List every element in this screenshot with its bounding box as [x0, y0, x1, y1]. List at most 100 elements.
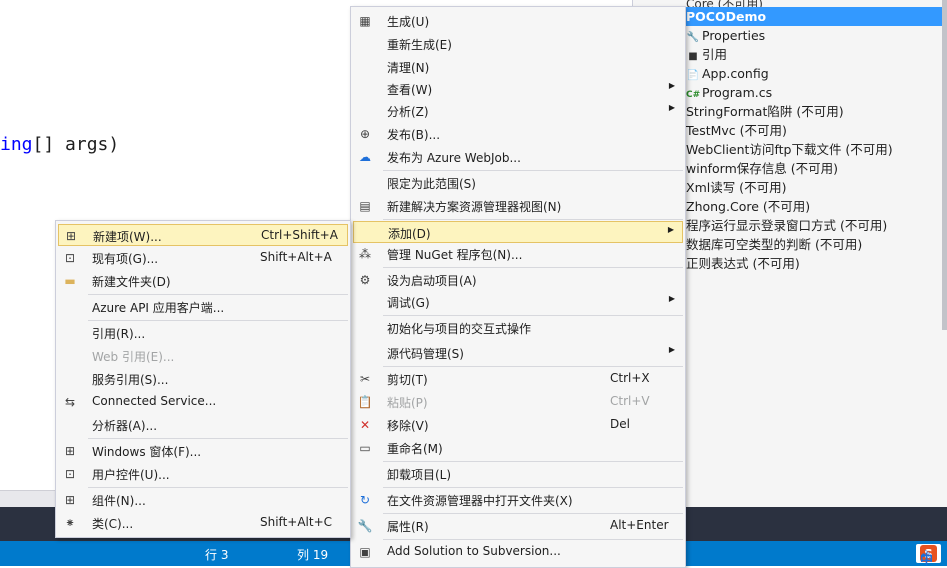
menu-item-web-reference[interactable]: Web 引用(E)...	[58, 345, 348, 367]
tree-item-project[interactable]: POCODemo	[686, 7, 946, 26]
menu-separator	[383, 366, 683, 367]
menu-item-manage-nuget[interactable]: ⁂ 管理 NuGet 程序包(N)...	[353, 243, 683, 265]
menu-item-properties[interactable]: 🔧 属性(R) Alt+Enter	[353, 515, 683, 537]
menu-item-debug[interactable]: 调试(G) ▶	[353, 291, 683, 313]
menu-item-existing-item[interactable]: ⊡ 现有项(G)... Shift+Alt+A	[58, 247, 348, 269]
tree-item-label: POCODemo	[686, 9, 767, 24]
tree-item-project[interactable]: 正则表达式 (不可用)	[686, 254, 800, 273]
tree-item-references[interactable]: ■ 引用	[686, 45, 727, 64]
menu-item-label: 查看(W)	[387, 83, 433, 97]
menu-item-connected-service[interactable]: ⇆ Connected Service...	[58, 391, 348, 413]
menu-item-label: 粘贴(P)	[387, 396, 428, 410]
tree-item-project[interactable]: TestMvc (不可用)	[686, 121, 787, 140]
menu-item-label: 属性(R)	[387, 520, 429, 534]
menu-item-windows-form[interactable]: ⊞ Windows 窗体(F)...	[58, 440, 348, 462]
tree-item-project[interactable]: StringFormat陷阱 (不可用)	[686, 102, 844, 121]
solution-view-icon: ▤	[359, 199, 371, 213]
menu-item-label: 清理(N)	[387, 61, 430, 75]
code-line: ing[] args)	[0, 134, 119, 155]
menu-item-open-in-explorer[interactable]: ↻ 在文件资源管理器中打开文件夹(X)	[353, 489, 683, 511]
menu-item-scope-to-this[interactable]: 限定为此范围(S)	[353, 172, 683, 194]
menu-item-interactive-init[interactable]: 初始化与项目的交互式操作	[353, 317, 683, 339]
menu-item-class[interactable]: ⁕ 类(C)... Shift+Alt+C	[58, 512, 348, 534]
menu-item-analyze[interactable]: 分析(Z) ▶	[353, 100, 683, 122]
menu-item-publish-webjob[interactable]: ☁ 发布为 Azure WebJob...	[353, 146, 683, 168]
tree-item-properties[interactable]: 🔧 Properties	[686, 26, 765, 45]
scissors-icon: ✂	[359, 372, 371, 386]
menu-item-shortcut: Ctrl+X	[610, 371, 650, 385]
menu-item-user-control[interactable]: ⊡ 用户控件(U)...	[58, 463, 348, 485]
menu-item-label: 源代码管理(S)	[387, 347, 464, 361]
menu-item-label: 现有项(G)...	[92, 252, 159, 266]
menu-item-cut[interactable]: ✂ 剪切(T) Ctrl+X	[353, 368, 683, 390]
menu-item-reference[interactable]: 引用(R)...	[58, 322, 348, 344]
menu-separator	[383, 461, 683, 462]
refresh-arrow-icon: ↻	[359, 493, 371, 507]
menu-item-label: Windows 窗体(F)...	[92, 445, 202, 459]
remove-x-icon: ✕	[359, 418, 371, 432]
status-column: 列 19	[297, 548, 329, 562]
tree-item-project[interactable]: Zhong.Core (不可用)	[686, 197, 810, 216]
menu-item-new-folder[interactable]: ▬ 新建文件夹(D)	[58, 270, 348, 292]
menu-separator	[88, 294, 348, 295]
menu-item-label: 初始化与项目的交互式操作	[387, 322, 532, 336]
menu-item-rebuild[interactable]: 重新生成(E)	[353, 33, 683, 55]
azure-cloud-icon: ☁	[359, 150, 371, 164]
menu-item-label: 新建项(W)...	[93, 230, 162, 244]
tree-item-project[interactable]: 程序运行显示登录窗口方式 (不可用)	[686, 216, 887, 235]
menu-item-paste[interactable]: 📋 粘贴(P) Ctrl+V	[353, 391, 683, 413]
connected-service-icon: ⇆	[64, 395, 76, 409]
menu-item-azure-api-client[interactable]: Azure API 应用客户端...	[58, 296, 348, 318]
menu-item-new-solution-view[interactable]: ▤ 新建解决方案资源管理器视图(N)	[353, 195, 683, 217]
existing-item-icon: ⊡	[64, 251, 76, 265]
menu-item-unload-project[interactable]: 卸载项目(L)	[353, 463, 683, 485]
tree-item-label: Properties	[702, 28, 766, 43]
menu-item-rename[interactable]: ▭ 重命名(M)	[353, 437, 683, 459]
menu-item-add[interactable]: 添加(D) ▶	[353, 221, 683, 243]
menu-item-shortcut: Ctrl+V	[610, 394, 650, 408]
menu-item-component[interactable]: ⊞ 组件(N)...	[58, 489, 348, 511]
tree-item-project[interactable]: winform保存信息 (不可用)	[686, 159, 838, 178]
menu-item-label: 重新生成(E)	[387, 38, 452, 52]
menu-item-label: 新建文件夹(D)	[92, 275, 171, 289]
tree-item-app-config[interactable]: 📄 App.config	[686, 64, 769, 83]
menu-item-label: Connected Service...	[92, 394, 217, 408]
menu-item-label: 发布为 Azure WebJob...	[387, 151, 521, 165]
menu-item-label: 重命名(M)	[387, 442, 443, 456]
menu-item-label: 引用(R)...	[92, 327, 146, 341]
menu-item-set-startup[interactable]: ⚙ 设为启动项目(A)	[353, 269, 683, 291]
menu-item-service-reference[interactable]: 服务引用(S)...	[58, 368, 348, 390]
menu-item-new-item[interactable]: ⊞ 新建项(W)... Ctrl+Shift+A	[58, 224, 348, 246]
ime-toolbar[interactable]: S 中 ☽ •	[916, 544, 941, 568]
tree-item-label: 程序运行显示登录窗口方式 (不可用)	[686, 218, 888, 233]
tree-item-project[interactable]: Xml读写 (不可用)	[686, 178, 786, 197]
solution-explorer-scrollbar[interactable]	[942, 0, 947, 330]
menu-item-add-to-subversion[interactable]: ▣ Add Solution to Subversion...	[353, 541, 683, 563]
menu-item-shortcut: Shift+Alt+C	[260, 515, 333, 529]
menu-item-remove[interactable]: ✕ 移除(V) Del	[353, 414, 683, 436]
tree-item-label: 引用	[702, 47, 728, 62]
menu-item-shortcut: Ctrl+Shift+A	[261, 228, 338, 242]
submenu-arrow-icon: ▶	[668, 294, 675, 303]
tree-item-project[interactable]: 数据库可空类型的判断 (不可用)	[686, 235, 862, 254]
menu-item-publish[interactable]: ⊕ 发布(B)...	[353, 123, 683, 145]
paste-icon: 📋	[357, 395, 373, 409]
menu-item-source-control[interactable]: 源代码管理(S) ▶	[353, 342, 683, 364]
menu-item-label: 管理 NuGet 程序包(N)...	[387, 248, 523, 262]
submenu-arrow-icon: ▶	[667, 225, 674, 234]
menu-item-shortcut: Shift+Alt+A	[260, 250, 332, 264]
menu-item-label: 组件(N)...	[92, 494, 146, 508]
menu-item-view[interactable]: 查看(W) ▶	[353, 78, 683, 100]
menu-item-label: 新建解决方案资源管理器视图(N)	[387, 200, 562, 214]
punctuation-icon[interactable]: •	[920, 549, 927, 563]
menu-item-analyzer[interactable]: 分析器(A)...	[58, 414, 348, 436]
menu-item-label: 移除(V)	[387, 419, 429, 433]
menu-item-label: Add Solution to Subversion...	[387, 544, 561, 558]
menu-separator	[383, 487, 683, 488]
menu-item-label: Web 引用(E)...	[92, 350, 175, 364]
tree-item-project[interactable]: WebClient访问ftp下载文件 (不可用)	[686, 140, 893, 159]
menu-item-build[interactable]: ▦ 生成(U)	[353, 10, 683, 32]
tree-item-program-cs[interactable]: C# Program.cs	[686, 83, 772, 102]
menu-item-clean[interactable]: 清理(N)	[353, 56, 683, 78]
menu-separator	[383, 219, 683, 220]
